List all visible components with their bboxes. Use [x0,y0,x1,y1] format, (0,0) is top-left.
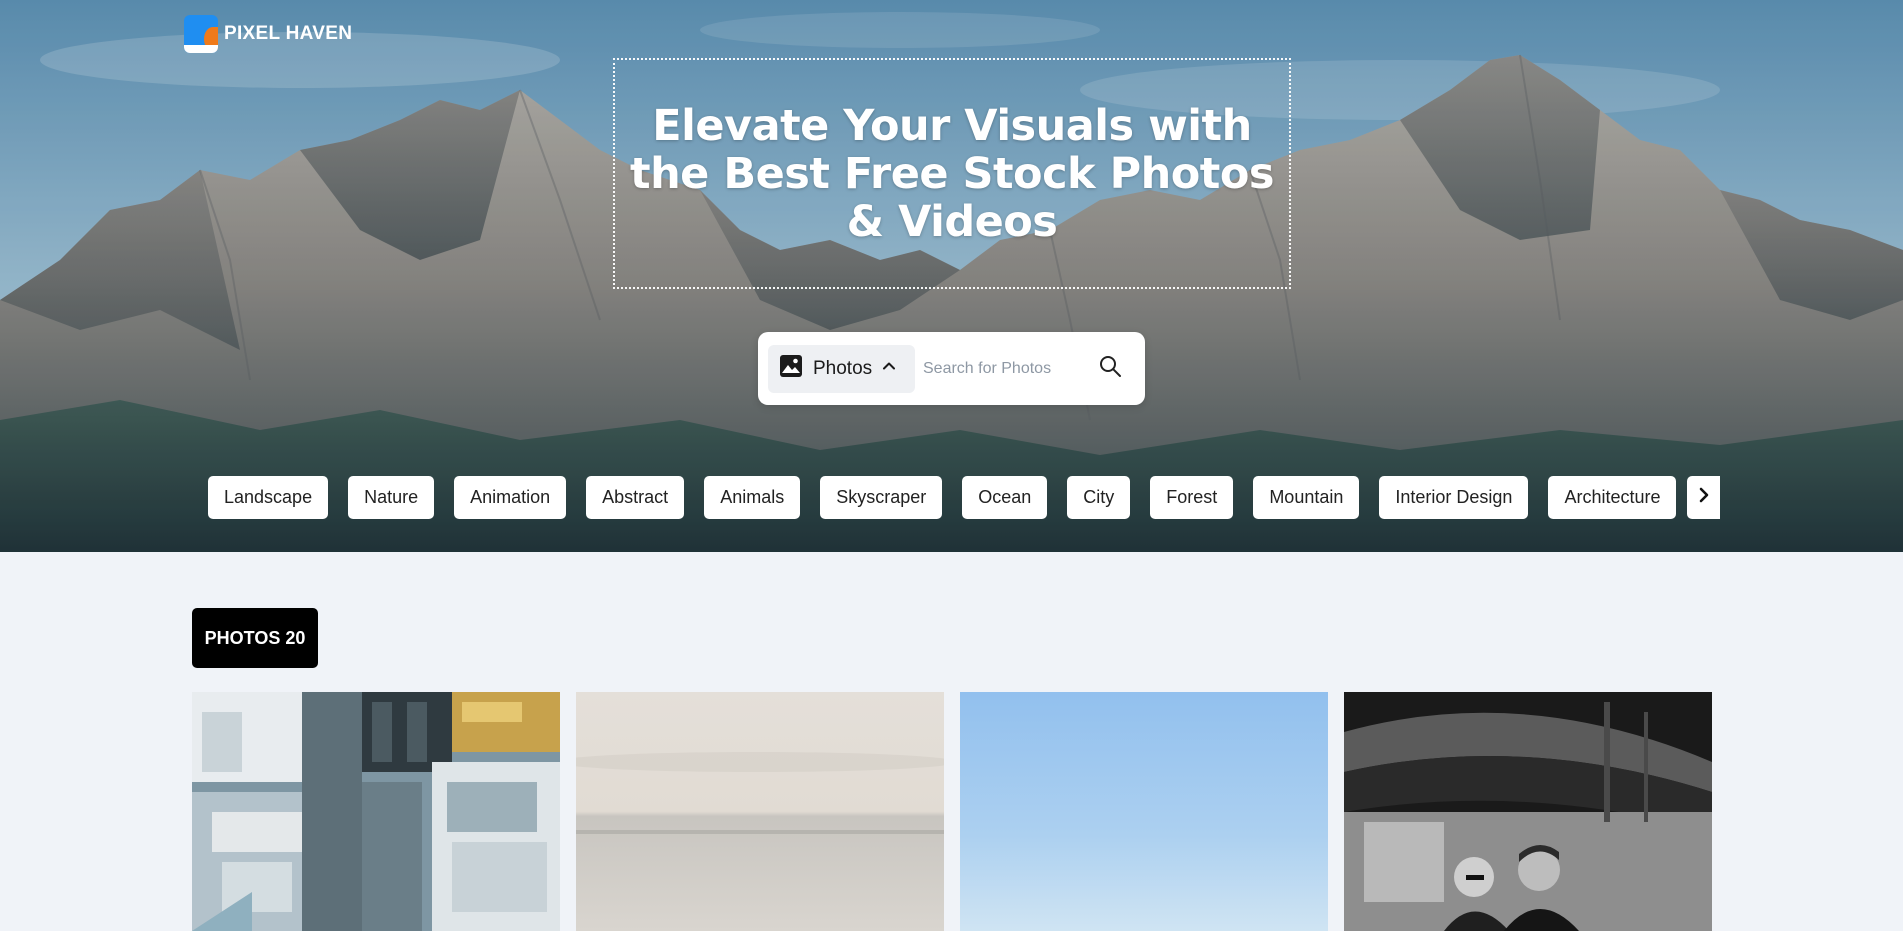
search-input[interactable] [923,359,1088,378]
photo-card[interactable] [576,692,944,931]
logo-icon [184,15,218,53]
photo-card[interactable] [960,692,1328,931]
category-chip-landscape[interactable]: Landscape [208,476,329,519]
media-type-label: Photos [813,357,873,379]
category-chip-abstract[interactable]: Abstract [586,476,685,519]
category-chip-mountain[interactable]: Mountain [1253,476,1360,519]
search-button[interactable] [1092,351,1128,387]
photos-count-badge[interactable]: PHOTOS 20 [192,608,318,668]
category-chip-ocean[interactable]: Ocean [962,476,1048,519]
photo-bw-couple [1344,692,1712,931]
category-chip-animation[interactable]: Animation [454,476,567,519]
hero-banner: PIXEL HAVEN Elevate Your Visuals with th… [0,0,1903,552]
brand-logo[interactable]: PIXEL HAVEN [184,15,352,53]
brand-name: PIXEL HAVEN [224,23,353,44]
photo-city-aerial [192,692,560,931]
hero-headline: Elevate Your Visuals with the Best Free … [630,100,1274,247]
categories-next-button[interactable] [1687,476,1720,519]
category-chip-forest[interactable]: Forest [1150,476,1234,519]
category-chip-city[interactable]: City [1067,476,1131,519]
photo-blue-sky [960,692,1328,931]
search-bar: Photos [758,332,1145,405]
category-chip-interior-design[interactable]: Interior Design [1379,476,1529,519]
chevron-up-icon [882,359,896,378]
photo-card[interactable] [192,692,560,931]
category-chip-architecture[interactable]: Architecture [1548,476,1677,519]
image-icon [779,354,803,383]
category-chip-animals[interactable]: Animals [704,476,801,519]
category-chip-skyscraper[interactable]: Skyscraper [820,476,943,519]
photo-calm-sea [576,692,944,931]
photo-card[interactable] [1344,692,1712,931]
category-chips: Landscape Nature Animation Abstract Anim… [208,476,1677,519]
chevron-right-icon [1697,487,1711,508]
search-icon [1098,354,1122,383]
category-chip-nature[interactable]: Nature [348,476,435,519]
media-type-dropdown[interactable]: Photos [768,344,915,393]
headline-frame: Elevate Your Visuals with the Best Free … [613,58,1291,289]
